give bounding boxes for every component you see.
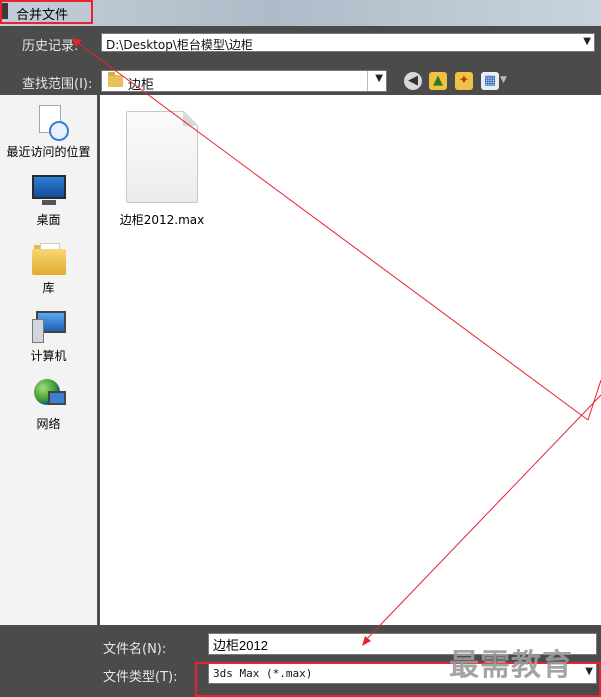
annotation-line bbox=[73, 39, 589, 421]
annotation-line bbox=[363, 394, 601, 643]
annotation-line bbox=[587, 379, 601, 421]
annotation-lines bbox=[72, 38, 601, 646]
annotation-arrowhead bbox=[362, 636, 371, 646]
annotation-arrowhead bbox=[72, 38, 82, 47]
